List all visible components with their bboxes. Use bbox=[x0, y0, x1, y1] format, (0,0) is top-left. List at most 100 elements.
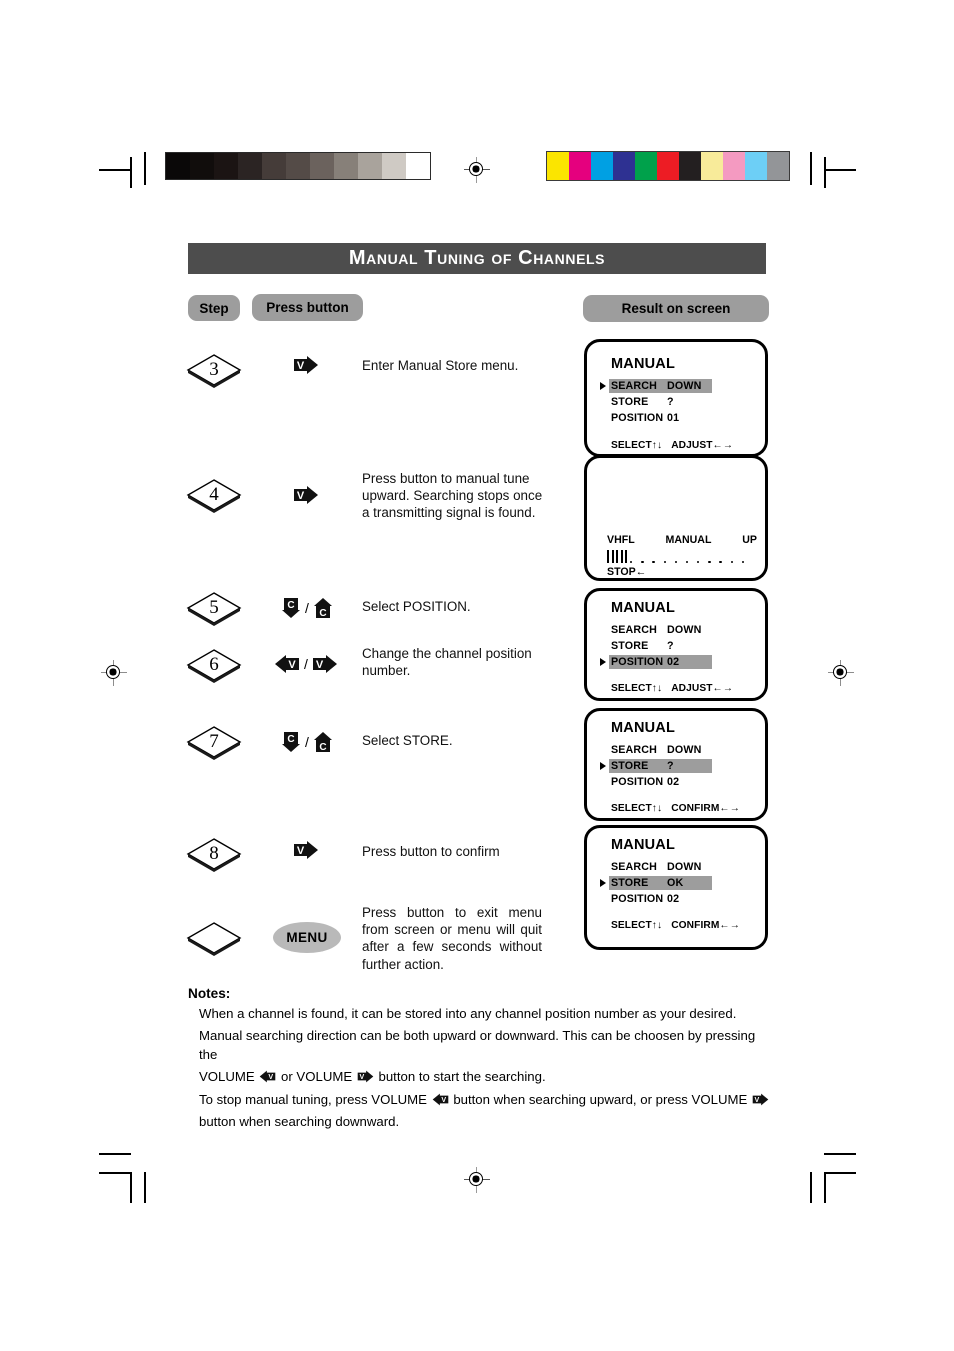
svg-text:V: V bbox=[359, 1073, 364, 1081]
channel-down-icon[interactable]: C bbox=[281, 597, 301, 619]
osd-row-search[interactable]: SEARCH DOWN bbox=[600, 859, 760, 875]
osd-row-value: 02 bbox=[667, 776, 680, 788]
osd-row-store[interactable]: STORE ? bbox=[600, 638, 760, 654]
notes-line-3: VOLUME V or VOLUME V button to start the… bbox=[199, 1067, 772, 1089]
volume-left-icon[interactable]: V bbox=[274, 654, 300, 674]
osd-row-label: POSITION bbox=[611, 656, 664, 668]
crop-mark-top-right-v bbox=[824, 157, 826, 188]
osd-title: MANUAL bbox=[611, 837, 676, 853]
osd-rows: SEARCH DOWN STORE ? POSITION 02 bbox=[600, 742, 760, 790]
channel-down-icon[interactable]: C bbox=[281, 731, 301, 753]
step-number-diamond-5: 5 bbox=[186, 590, 242, 628]
step-4-buttons: V bbox=[293, 485, 319, 505]
osd-footer-select: SELECT↑↓ bbox=[611, 920, 663, 931]
step-number-8: 8 bbox=[209, 843, 219, 864]
osd-row-position[interactable]: POSITION 02 bbox=[600, 774, 760, 790]
osd-row-store[interactable]: STORE ? bbox=[600, 394, 760, 410]
step-number-diamond-3: 3 bbox=[186, 352, 242, 390]
color-calibration-bar bbox=[546, 151, 790, 181]
osd-footer-adjust: ADJUST←→ bbox=[671, 440, 734, 451]
osd-row-label: SEARCH bbox=[611, 380, 658, 392]
svg-text:V: V bbox=[316, 659, 324, 671]
osd-row-value: 02 bbox=[667, 893, 680, 905]
tuning-meter-dot bbox=[708, 560, 711, 563]
osd-footer: SELECT↑↓ CONFIRM←→ bbox=[611, 920, 740, 931]
osd-row-search[interactable]: SEARCH DOWN bbox=[600, 622, 760, 638]
osd-row-label: STORE bbox=[611, 396, 649, 408]
crop-mark-bottom-right-h bbox=[824, 1153, 856, 1155]
channel-up-icon[interactable]: C bbox=[313, 597, 333, 619]
volume-right-icon[interactable]: V bbox=[293, 355, 319, 375]
osd-row-position[interactable]: POSITION 01 bbox=[600, 410, 760, 426]
step-7-description: Select STORE. bbox=[362, 733, 453, 748]
step-3-buttons: V bbox=[293, 355, 319, 375]
tuning-meter-bar bbox=[620, 550, 623, 563]
color-swatch-4 bbox=[635, 152, 657, 180]
tuning-meter-bar bbox=[616, 550, 619, 563]
step-number-diamond-8: 8 bbox=[186, 836, 242, 874]
osd-row-label: SEARCH bbox=[611, 744, 658, 756]
notes-line-1: When a channel is found, it can be store… bbox=[199, 1006, 737, 1021]
osd-row-search[interactable]: SEARCH DOWN bbox=[600, 378, 760, 394]
color-swatch-6 bbox=[679, 152, 701, 180]
osd-row-store[interactable]: STORE OK bbox=[600, 875, 760, 891]
step-number-7: 7 bbox=[209, 731, 219, 752]
osd-title: MANUAL bbox=[611, 600, 676, 616]
volume-right-icon[interactable]: V bbox=[293, 485, 319, 505]
step-8-description: Press button to confirm bbox=[362, 844, 500, 859]
osd-row-value: DOWN bbox=[667, 744, 702, 756]
notes-line-3c: button to start the searching. bbox=[378, 1068, 546, 1084]
step-7-buttons: C / C bbox=[281, 731, 333, 753]
volume-right-icon[interactable]: V bbox=[293, 840, 319, 860]
step-5-buttons: C / C bbox=[281, 597, 333, 619]
osd-row-value: OK bbox=[667, 877, 684, 889]
osd-row-label: STORE bbox=[611, 760, 649, 772]
notes-line-4: To stop manual tuning, press VOLUME V bu… bbox=[199, 1090, 772, 1131]
osd-row-position[interactable]: POSITION 02 bbox=[600, 654, 760, 670]
step-3-description: Enter Manual Store menu. bbox=[362, 358, 519, 373]
step-exit-description: Press button to exit menu from screen or… bbox=[362, 905, 542, 972]
osd-row-value: ? bbox=[667, 760, 674, 772]
osd-title: MANUAL bbox=[611, 720, 676, 736]
tv-screen-step7: MANUAL SEARCH DOWN STORE ? POSITION 02 S… bbox=[584, 708, 768, 821]
osd-rows: SEARCH DOWN STORE ? POSITION 01 bbox=[600, 378, 760, 426]
svg-text:V: V bbox=[441, 1096, 446, 1104]
osd-row-position[interactable]: POSITION 02 bbox=[600, 891, 760, 907]
osd-row-label: POSITION bbox=[611, 893, 664, 905]
osd-row-search[interactable]: SEARCH DOWN bbox=[600, 742, 760, 758]
osd-row-value: ? bbox=[667, 640, 674, 652]
channel-up-icon[interactable]: C bbox=[313, 731, 333, 753]
osd-rows: SEARCH DOWN STORE ? POSITION 02 bbox=[600, 622, 760, 670]
step-number-5: 5 bbox=[209, 597, 219, 618]
selection-caret-icon bbox=[600, 762, 606, 770]
button-separator: / bbox=[304, 656, 308, 672]
tuning-meter bbox=[607, 550, 753, 563]
tuning-meter-bar bbox=[625, 550, 628, 563]
crop-mark-bottom-right-h2 bbox=[824, 1172, 856, 1174]
crop-mark-bottom-right-v2 bbox=[810, 1172, 812, 1203]
step-number-diamond-6: 6 bbox=[186, 647, 242, 685]
tuning-meter-bar bbox=[611, 550, 614, 563]
tuning-band: VHFL bbox=[607, 534, 635, 546]
menu-button[interactable]: MENU bbox=[273, 922, 341, 953]
osd-row-value: DOWN bbox=[667, 624, 702, 636]
osd-row-store[interactable]: STORE ? bbox=[600, 758, 760, 774]
svg-text:C: C bbox=[287, 734, 294, 745]
tuning-info-line: VHFL MANUAL UP bbox=[607, 534, 757, 546]
osd-footer-select: SELECT↑↓ bbox=[611, 440, 663, 451]
tuning-meter-dot bbox=[663, 560, 666, 563]
tuning-meter-dot bbox=[719, 560, 722, 563]
volume-left-icon: V bbox=[259, 1069, 276, 1089]
notes-line-4b: button when searching upward, or press V… bbox=[453, 1092, 748, 1107]
tuning-meter-dot bbox=[697, 560, 700, 563]
step-number-diamond-4: 4 bbox=[186, 477, 242, 515]
color-swatch-7 bbox=[701, 152, 723, 180]
osd-row-value: 01 bbox=[667, 412, 680, 424]
svg-text:V: V bbox=[297, 845, 305, 857]
step-4-description: Press button to manual tune upward. Sear… bbox=[362, 471, 543, 521]
step-number-6: 6 bbox=[209, 654, 219, 675]
svg-text:C: C bbox=[319, 742, 326, 753]
volume-right-icon[interactable]: V bbox=[312, 654, 338, 674]
osd-row-label: STORE bbox=[611, 877, 649, 889]
color-swatch-9 bbox=[745, 152, 767, 180]
